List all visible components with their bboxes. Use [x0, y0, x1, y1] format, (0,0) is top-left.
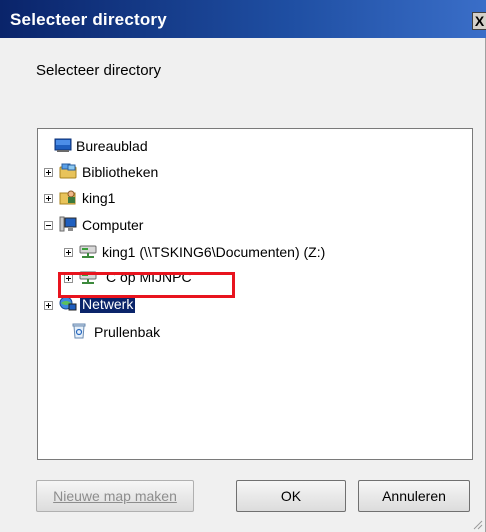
tree-item-king1[interactable]: king1 — [44, 187, 244, 209]
tree-item-prullenbak[interactable]: Prullenbak — [64, 321, 264, 343]
computer-icon — [59, 216, 77, 232]
dialog-prompt: Selecteer directory — [36, 62, 162, 79]
network-drive-icon — [79, 245, 97, 258]
tree-item-bibliotheken[interactable]: Bibliotheken — [44, 161, 264, 183]
tree-item-label: Computer — [82, 217, 144, 233]
cancel-button[interactable]: Annuleren — [358, 480, 470, 512]
expand-icon[interactable] — [44, 301, 53, 310]
expand-icon[interactable] — [44, 168, 53, 177]
select-directory-dialog: Selecteer directory X Selecteer director… — [0, 0, 486, 532]
new-folder-button[interactable]: Nieuwe map maken — [36, 480, 194, 512]
tree-item-label: king1 (\\TSKING6\Documenten) (Z:) — [102, 244, 326, 260]
tree-item-king1-network-drive[interactable]: king1 (\\TSKING6\Documenten) (Z:) — [64, 241, 424, 263]
tree-item-label: Bibliotheken — [82, 164, 159, 180]
network-icon — [59, 296, 77, 311]
resize-grip-icon[interactable] — [471, 518, 483, 530]
tree-item-label: Prullenbak — [94, 324, 161, 340]
window-title: Selecteer directory — [10, 10, 167, 29]
libraries-icon — [59, 163, 77, 179]
tree-item-label: Bureaublad — [76, 138, 148, 154]
user-folder-icon — [59, 190, 76, 205]
tree-item-bureaublad[interactable]: Bureaublad — [54, 135, 254, 157]
ok-button[interactable]: OK — [236, 480, 346, 512]
recycle-bin-icon — [72, 323, 86, 339]
tree-item-computer[interactable]: Computer — [44, 214, 244, 236]
highlight-annotation — [58, 272, 235, 298]
title-bar[interactable]: Selecteer directory X — [0, 0, 486, 38]
new-folder-button-label: Nieuwe map maken — [53, 488, 177, 504]
expand-icon[interactable] — [64, 248, 73, 257]
close-button[interactable]: X — [472, 12, 486, 30]
desktop-icon — [54, 138, 72, 152]
collapse-icon[interactable] — [44, 221, 53, 230]
tree-item-label: king1 — [82, 190, 116, 206]
expand-icon[interactable] — [44, 194, 53, 203]
